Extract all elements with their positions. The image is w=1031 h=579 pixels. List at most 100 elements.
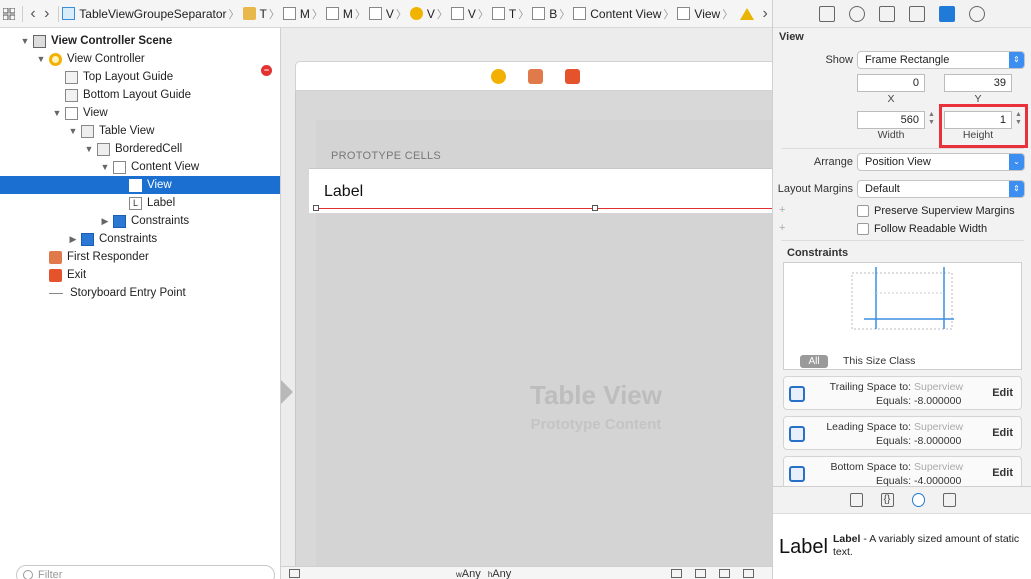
- breadcrumb-item[interactable]: V 〉: [368, 0, 410, 27]
- disclosure-open-icon[interactable]: ▼: [20, 36, 30, 46]
- error-badge-icon[interactable]: −: [261, 65, 272, 76]
- view-icon: [113, 160, 126, 174]
- constraint-card[interactable]: Bottom Space to: Superview Equals: -4.00000…: [783, 456, 1022, 490]
- storyboard-canvas[interactable]: PROTOTYPE CELLS Label Table View Prototy…: [281, 28, 772, 579]
- width-stepper[interactable]: ▲ ▼: [927, 111, 936, 129]
- breadcrumb-item[interactable]: M 〉: [282, 0, 326, 27]
- disclosure-closed-icon[interactable]: ▶: [100, 216, 110, 227]
- edit-constraint-button[interactable]: Edit: [992, 387, 1013, 399]
- jump-bar: ‹ › TableViewGroupeSeparator 〉 T 〉 M 〉 M 〉 V 〉 V 〉 V…: [0, 0, 772, 28]
- separator-view[interactable]: [316, 208, 772, 209]
- constraint-card[interactable]: Leading Space to: Superview Equals: -8.0000…: [783, 416, 1022, 450]
- outline-row[interactable]: ▼ Content View: [0, 158, 280, 176]
- attributes-inspector-icon[interactable]: [909, 5, 925, 22]
- file-inspector-icon[interactable]: [819, 5, 835, 22]
- arrange-popup[interactable]: Position View ⌄: [857, 153, 1025, 171]
- add-variation-icon[interactable]: +: [779, 222, 785, 234]
- outline-toggle-icon[interactable]: [289, 569, 300, 578]
- disclosure-open-icon[interactable]: ▼: [100, 162, 110, 172]
- first-responder-icon[interactable]: [527, 68, 543, 84]
- forward-chevron-icon[interactable]: ›: [40, 0, 54, 27]
- disclosure-open-icon[interactable]: ▼: [68, 126, 78, 136]
- breadcrumb-label: Content View: [590, 6, 662, 21]
- exit-icon[interactable]: [564, 68, 580, 84]
- outline-row[interactable]: ▶ Constraints: [0, 212, 280, 230]
- breadcrumb-item[interactable]: TableViewGroupeSeparator 〉: [62, 0, 242, 27]
- outline-row[interactable]: L Label: [0, 194, 280, 212]
- this-size-class-segment[interactable]: This Size Class: [843, 355, 915, 367]
- prototype-cell[interactable]: Label: [309, 168, 772, 213]
- constraints-diagram[interactable]: All This Size Class: [783, 262, 1022, 370]
- breadcrumb-item[interactable]: B 〉: [532, 0, 573, 27]
- outline-row[interactable]: Top Layout Guide: [0, 68, 280, 86]
- cell-label[interactable]: Label: [324, 183, 363, 201]
- x-field[interactable]: 0: [857, 74, 925, 92]
- outline-row[interactable]: ▼ View: [0, 104, 280, 122]
- disclosure-open-icon[interactable]: ▼: [52, 108, 62, 118]
- forward-chevron-icon[interactable]: ›: [758, 0, 772, 27]
- pin-icon[interactable]: [719, 569, 730, 578]
- outline-row[interactable]: Bottom Layout Guide: [0, 86, 280, 104]
- identity-inspector-icon[interactable]: [879, 5, 895, 22]
- disclosure-open-icon[interactable]: ▼: [36, 54, 46, 64]
- related-items-grid-icon[interactable]: [0, 0, 18, 27]
- outline-row[interactable]: ▼ View Controller: [0, 50, 280, 68]
- outline-row[interactable]: ▶ Constraints: [0, 230, 280, 248]
- outline-row[interactable]: Exit: [0, 266, 280, 284]
- breadcrumb-item[interactable]: T 〉: [491, 0, 532, 27]
- breadcrumb-item[interactable]: Content View 〉: [573, 0, 677, 27]
- disclosure-closed-icon[interactable]: ▶: [68, 234, 78, 245]
- edit-constraint-button[interactable]: Edit: [992, 467, 1013, 479]
- show-popup[interactable]: Frame Rectangle ⇕: [857, 51, 1025, 69]
- outline-row[interactable]: ▼ View Controller Scene: [0, 32, 280, 50]
- divider: [57, 5, 59, 22]
- resize-handle[interactable]: [313, 205, 319, 211]
- breadcrumb-item[interactable]: M 〉: [325, 0, 369, 27]
- breadcrumb-label: V: [426, 6, 435, 21]
- view-controller-icon[interactable]: [490, 68, 506, 84]
- breadcrumb-item[interactable]: T 〉: [242, 0, 283, 27]
- scene-dock: [295, 61, 772, 91]
- outline-row[interactable]: ▼ Table View: [0, 122, 280, 140]
- size-class-indicator[interactable]: wAny hAny: [456, 568, 511, 579]
- align-icon[interactable]: [695, 569, 706, 578]
- filter-icon: [23, 570, 33, 579]
- readable-width-checkbox[interactable]: [857, 223, 869, 235]
- table-view-icon: [491, 7, 505, 20]
- resize-handle[interactable]: [592, 205, 598, 211]
- file-template-library-icon[interactable]: [849, 493, 863, 507]
- tv-icon: [97, 142, 110, 156]
- quick-help-icon[interactable]: [849, 5, 865, 22]
- connections-inspector-icon[interactable]: [969, 5, 985, 22]
- breadcrumb-item[interactable]: V 〉: [450, 0, 492, 27]
- breadcrumb-item[interactable]: V 〉: [409, 0, 451, 27]
- outline-row[interactable]: View: [0, 176, 280, 194]
- breadcrumb-item[interactable]: View 〉: [677, 0, 736, 27]
- stack-icon[interactable]: [671, 569, 682, 578]
- disclosure-open-icon[interactable]: ▼: [84, 144, 94, 154]
- object-library-icon[interactable]: [911, 493, 925, 507]
- warning-icon[interactable]: [740, 0, 758, 27]
- breadcrumb-separator-icon: 〉: [311, 8, 323, 21]
- width-field[interactable]: 560: [857, 111, 925, 129]
- size-inspector-icon[interactable]: [939, 5, 955, 22]
- y-field[interactable]: 39: [944, 74, 1012, 92]
- add-variation-icon[interactable]: +: [779, 204, 785, 216]
- code-snippet-library-icon[interactable]: {}: [880, 493, 894, 507]
- preserve-margins-checkbox[interactable]: [857, 205, 869, 217]
- outline-row[interactable]: Storyboard Entry Point: [0, 284, 280, 302]
- layout-margins-popup[interactable]: Default ⇕: [857, 180, 1025, 198]
- cons-icon: [113, 214, 126, 228]
- resolve-issues-icon[interactable]: [743, 569, 754, 578]
- library-item-label[interactable]: Label Label - A variably sized amount of…: [773, 514, 1031, 579]
- edit-constraint-button[interactable]: Edit: [992, 427, 1013, 439]
- outline-row-label: Constraints: [131, 215, 190, 227]
- filter-field[interactable]: Filter: [16, 565, 275, 579]
- constraint-card[interactable]: Trailing Space to: Superview Equals: -8.000…: [783, 376, 1022, 410]
- media-library-icon[interactable]: [942, 493, 956, 507]
- outline-row[interactable]: First Responder: [0, 248, 280, 266]
- all-segment[interactable]: All: [800, 355, 828, 368]
- outline-row[interactable]: ▼ BorderedCell: [0, 140, 280, 158]
- entry-point-arrow-icon[interactable]: [281, 380, 293, 404]
- back-chevron-icon[interactable]: ‹: [26, 0, 40, 27]
